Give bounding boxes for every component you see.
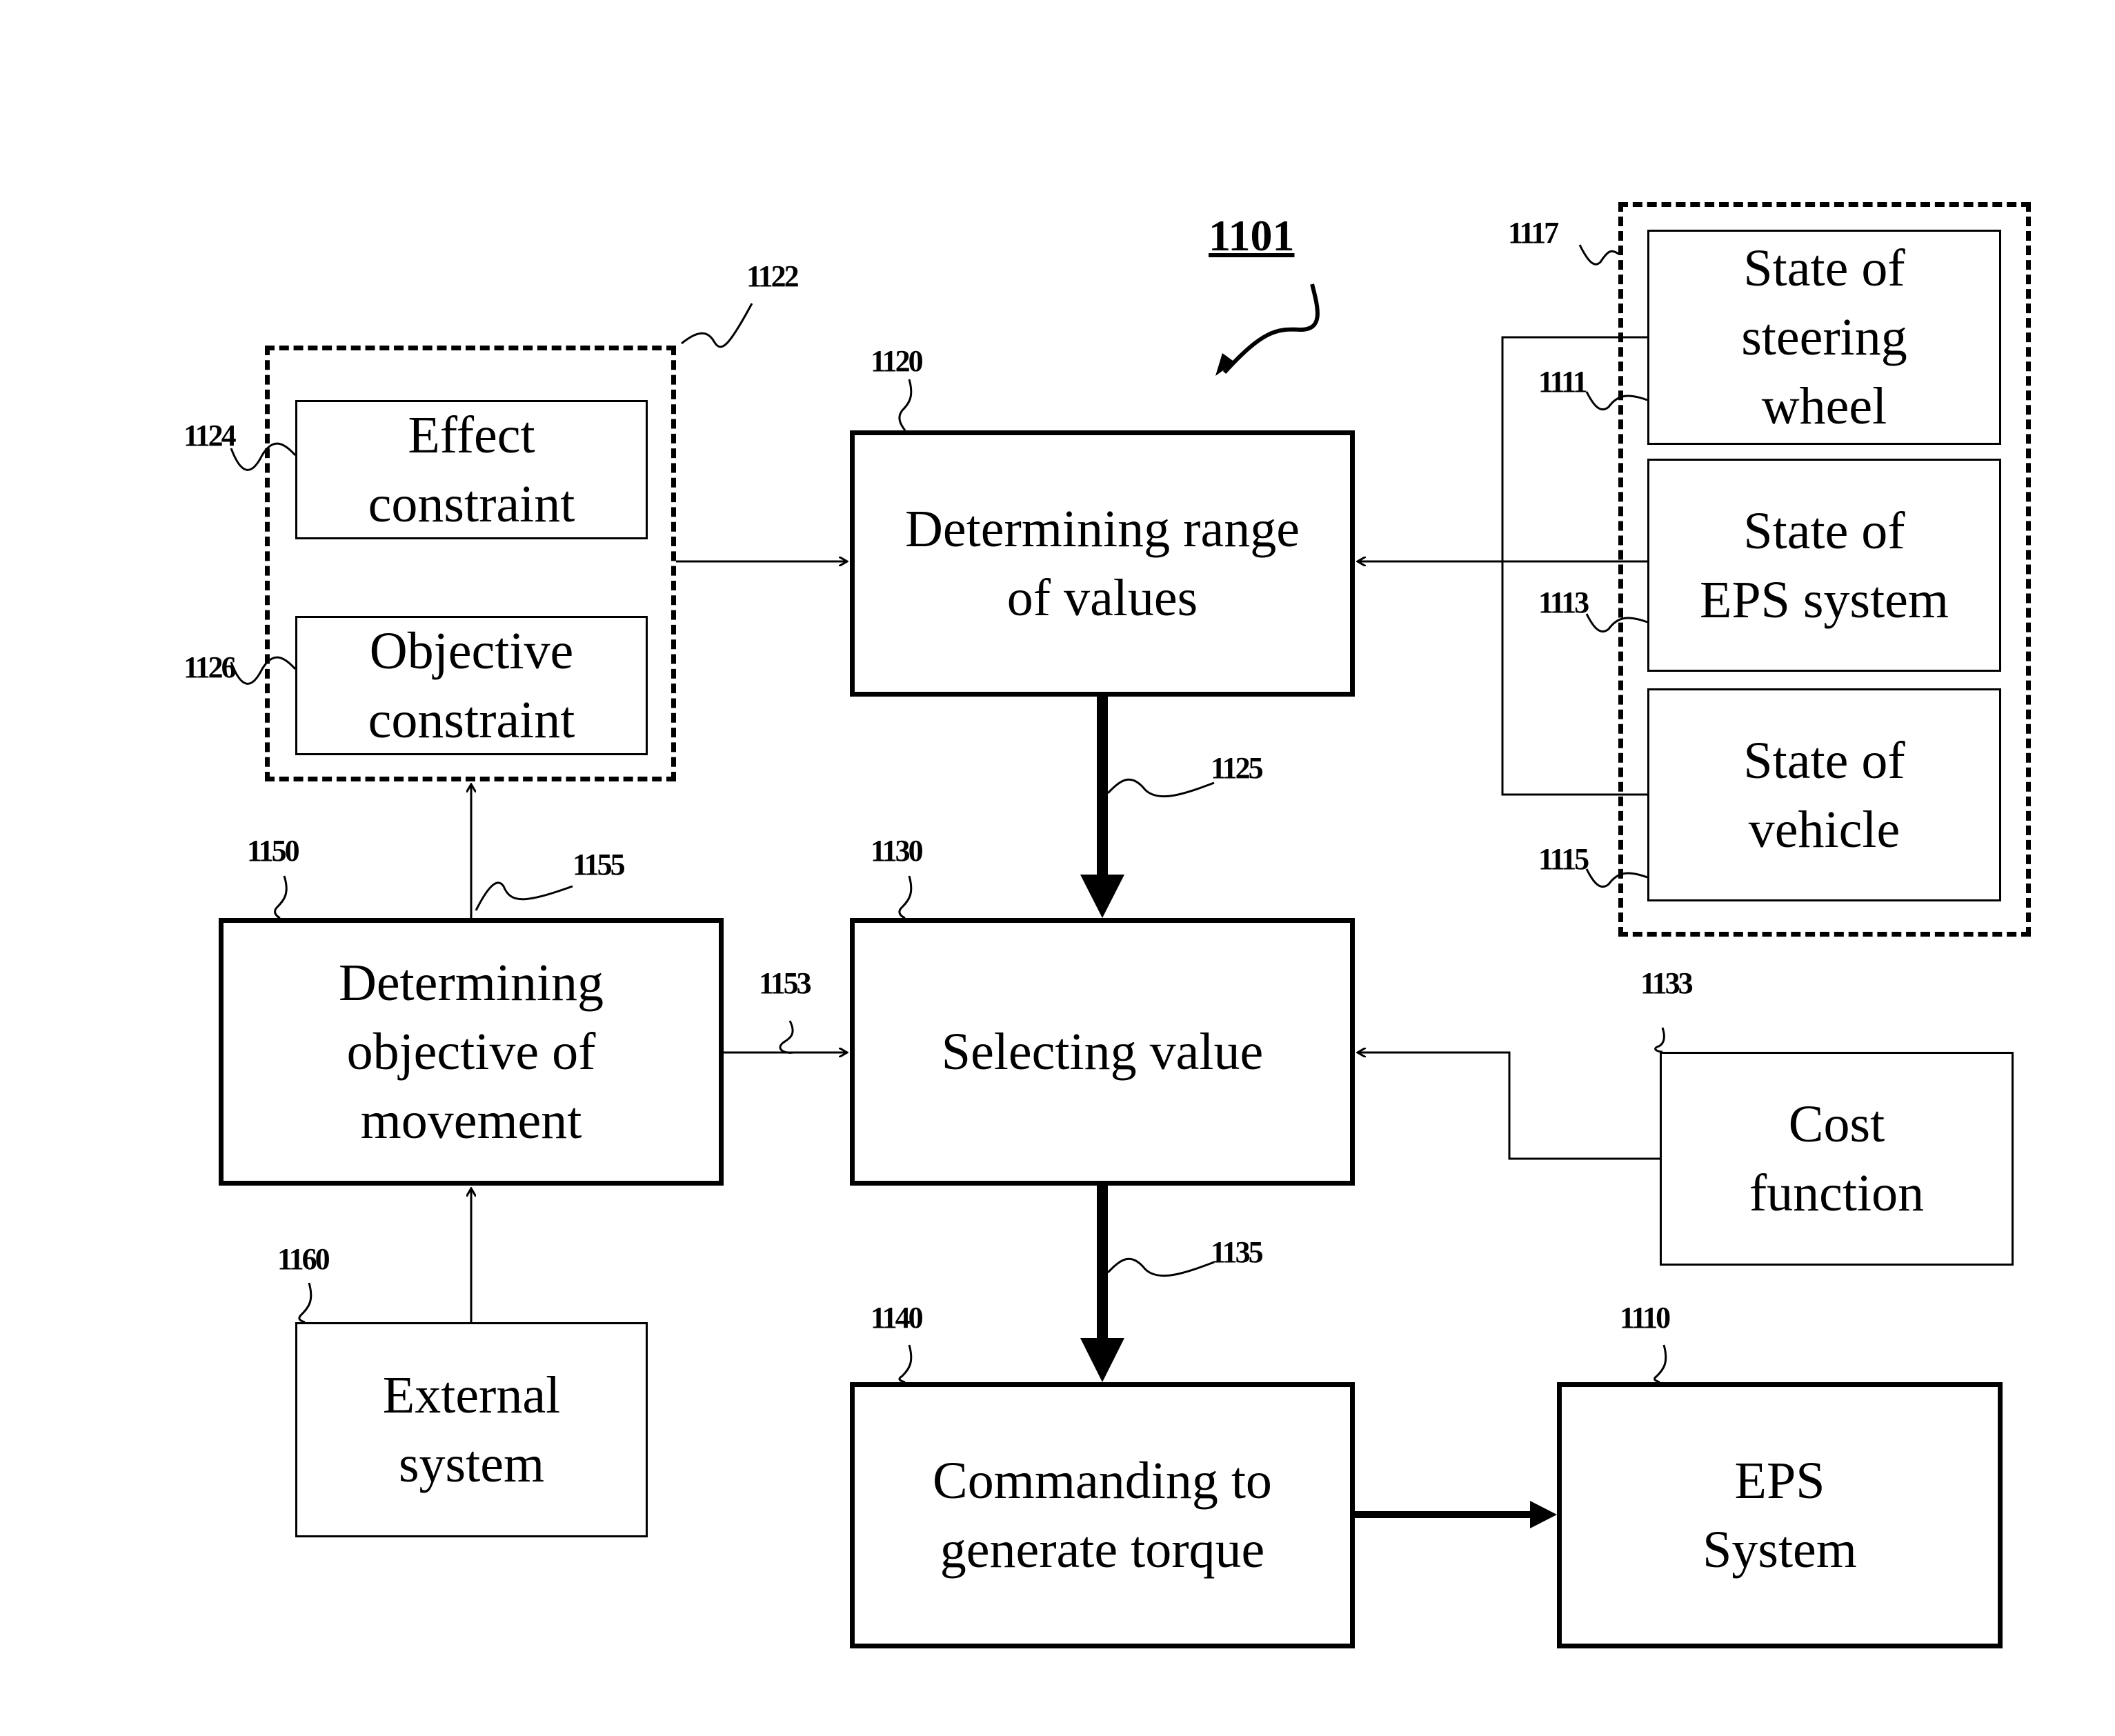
ref-1133: 1133 xyxy=(1640,966,1694,1000)
ref-1125: 1125 xyxy=(1211,751,1264,785)
state-steering-label: State of steering wheel xyxy=(1741,239,1907,435)
leader-1110 xyxy=(1654,1344,1667,1384)
leader-1153 xyxy=(779,1020,794,1054)
determining-range-block[interactable]: Determining range of values xyxy=(850,430,1355,697)
leader-1135 xyxy=(1106,1257,1215,1277)
arrowhead-select-to-command xyxy=(1080,1338,1124,1382)
ref-1160: 1160 xyxy=(277,1242,330,1276)
ref-1115: 1115 xyxy=(1538,842,1589,876)
objective-constraint-block[interactable]: Objective constraint xyxy=(295,616,648,755)
state-vehicle-block[interactable]: State of vehicle xyxy=(1647,688,2001,901)
external-system-block[interactable]: External system xyxy=(295,1322,648,1537)
leader-1150 xyxy=(274,875,288,919)
arrowhead-range-to-select xyxy=(1080,875,1124,918)
ref-1122: 1122 xyxy=(746,259,800,293)
ref-1140: 1140 xyxy=(871,1301,924,1335)
ref-1150: 1150 xyxy=(247,834,300,868)
figure-pointer xyxy=(1222,283,1320,375)
ref-1110: 1110 xyxy=(1620,1301,1671,1335)
cost-function-label: Cost function xyxy=(1749,1095,1925,1222)
determining-objective-block[interactable]: Determining objective of movement xyxy=(219,918,724,1186)
eps-system-block[interactable]: EPS System xyxy=(1557,1382,2003,1648)
leader-1120 xyxy=(898,379,913,431)
ref-1120: 1120 xyxy=(871,344,924,378)
leader-1122 xyxy=(681,303,753,348)
ref-1113: 1113 xyxy=(1538,586,1589,619)
ref-1135: 1135 xyxy=(1211,1235,1264,1269)
ref-1130: 1130 xyxy=(871,834,924,868)
state-eps-block[interactable]: State of EPS system xyxy=(1647,459,2001,672)
leader-1160 xyxy=(298,1282,312,1324)
ref-1126: 1126 xyxy=(183,650,237,684)
determining-range-label: Determining range of values xyxy=(905,500,1300,627)
ref-1153: 1153 xyxy=(759,966,812,1000)
state-eps-label: State of EPS system xyxy=(1699,501,1949,629)
determining-objective-label: Determining objective of movement xyxy=(338,954,604,1150)
ref-1124: 1124 xyxy=(183,419,237,452)
ref-1117: 1117 xyxy=(1508,216,1559,250)
arrow-cost-to-select xyxy=(1358,1052,1660,1160)
leader-1117 xyxy=(1578,244,1619,266)
leader-1140 xyxy=(898,1344,913,1384)
selecting-value-label: Selecting value xyxy=(941,1023,1264,1081)
leader-1155 xyxy=(475,881,573,911)
arrowhead-command-to-eps xyxy=(1530,1501,1557,1528)
ref-1155: 1155 xyxy=(573,848,626,881)
objective-constraint-label: Objective constraint xyxy=(368,622,575,749)
leader-1133 xyxy=(1654,1027,1665,1053)
effect-constraint-label: Effect constraint xyxy=(368,406,575,533)
state-vehicle-label: State of vehicle xyxy=(1743,731,1905,859)
commanding-block[interactable]: Commanding to generate torque xyxy=(850,1382,1355,1648)
selecting-value-block[interactable]: Selecting value xyxy=(850,918,1355,1186)
commanding-label: Commanding to generate torque xyxy=(933,1452,1272,1579)
ref-1111: 1111 xyxy=(1538,365,1588,399)
leader-1125 xyxy=(1106,778,1215,798)
leader-1130 xyxy=(898,875,913,919)
external-system-label: External system xyxy=(382,1366,561,1493)
state-steering-block[interactable]: State of steering wheel xyxy=(1647,230,2001,445)
figure-ref: 1101 xyxy=(1209,211,1295,260)
eps-system-label: EPS System xyxy=(1702,1452,1857,1579)
cost-function-block[interactable]: Cost function xyxy=(1660,1052,2014,1266)
effect-constraint-block[interactable]: Effect constraint xyxy=(295,400,648,539)
